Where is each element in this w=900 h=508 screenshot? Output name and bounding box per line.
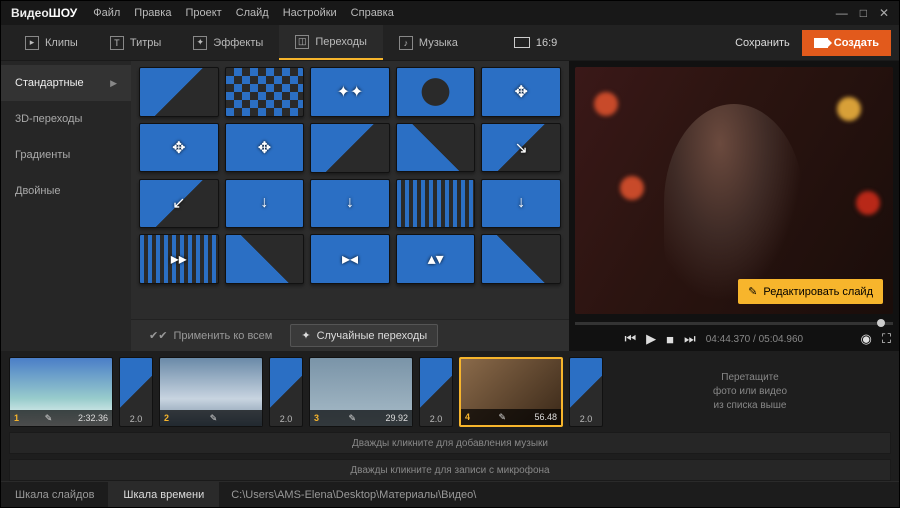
- camera-icon: [814, 38, 828, 48]
- pencil-icon[interactable]: ✎: [210, 413, 218, 424]
- transition-thumb[interactable]: ▸◂: [310, 234, 390, 284]
- wand-icon: ✦: [301, 329, 310, 342]
- tab-clips[interactable]: ▸Клипы: [9, 25, 94, 60]
- menu-slide[interactable]: Слайд: [236, 7, 269, 19]
- pencil-icon[interactable]: ✎: [348, 413, 356, 424]
- path-display: C:\Users\AMS-Elena\Desktop\Материалы\Вид…: [219, 489, 488, 501]
- transition-thumb[interactable]: [225, 67, 305, 117]
- aspect-ratio[interactable]: 16:9: [514, 37, 557, 49]
- time-display: 04:44.370 / 05:04.960: [706, 334, 803, 345]
- footer-tab-slides[interactable]: Шкала слайдов: [1, 482, 109, 507]
- main-menu: Файл Правка Проект Слайд Настройки Справ…: [93, 7, 835, 19]
- transition-thumb[interactable]: ✥: [139, 123, 219, 173]
- transition-thumb[interactable]: ↙: [139, 179, 219, 229]
- fullscreen-icon[interactable]: ⛶: [882, 331, 891, 347]
- seek-bar[interactable]: [575, 322, 893, 325]
- preview-viewport: ✎Редактировать слайд: [575, 67, 893, 314]
- pencil-icon[interactable]: ✎: [498, 412, 506, 423]
- transition-thumb[interactable]: [310, 123, 390, 173]
- pencil-icon: ✎: [748, 285, 757, 298]
- timeline-transition[interactable]: 2.0: [569, 357, 603, 427]
- aspect-icon: [514, 37, 530, 48]
- mic-track[interactable]: Дважды кликните для записи с микрофона: [9, 459, 891, 481]
- random-transitions-button[interactable]: ✦Случайные переходы: [290, 324, 438, 347]
- timeline-transition[interactable]: 2.0: [419, 357, 453, 427]
- create-button[interactable]: Создать: [802, 30, 891, 56]
- transition-thumb[interactable]: ↓: [481, 179, 561, 229]
- menu-project[interactable]: Проект: [185, 7, 221, 19]
- transition-thumb[interactable]: ✥: [225, 123, 305, 173]
- transition-thumb[interactable]: ↓: [225, 179, 305, 229]
- tab-titles[interactable]: TТитры: [94, 25, 177, 60]
- menu-settings[interactable]: Настройки: [283, 7, 337, 19]
- timeline-clip[interactable]: 1✎2:32.36: [9, 357, 113, 427]
- sidebar-item-gradients[interactable]: Градиенты: [1, 137, 131, 173]
- transition-thumb[interactable]: [396, 67, 476, 117]
- save-button[interactable]: Сохранить: [723, 31, 802, 55]
- prev-icon[interactable]: ⏮: [624, 331, 636, 347]
- transition-thumb[interactable]: [396, 123, 476, 173]
- apply-all-button[interactable]: ✔✔Применить ко всем: [139, 325, 282, 346]
- sidebar-item-standard[interactable]: Стандартные▶: [1, 65, 131, 101]
- transition-thumb[interactable]: ↘: [481, 123, 561, 173]
- timeline-transition[interactable]: 2.0: [119, 357, 153, 427]
- app-logo: ВидеоШОУ: [11, 6, 77, 20]
- music-icon: ♪: [399, 36, 413, 50]
- timeline-clip[interactable]: 2✎: [159, 357, 263, 427]
- check-icon: ✔✔: [149, 329, 167, 342]
- close-icon[interactable]: ✕: [879, 6, 889, 20]
- stop-icon[interactable]: ■: [666, 332, 674, 347]
- drop-zone[interactable]: Перетащитефото или видеоиз списка выше: [609, 357, 891, 427]
- transition-thumb[interactable]: ▸▸: [139, 234, 219, 284]
- sidebar-item-double[interactable]: Двойные: [1, 173, 131, 209]
- transition-thumb[interactable]: [396, 179, 476, 229]
- transition-thumb[interactable]: [481, 234, 561, 284]
- text-icon: T: [110, 36, 124, 50]
- minimize-icon[interactable]: —: [836, 6, 848, 20]
- transition-thumb[interactable]: ▴▾: [396, 234, 476, 284]
- sparkle-icon: ✦: [193, 36, 207, 50]
- music-track[interactable]: Дважды кликните для добавления музыки: [9, 432, 891, 454]
- maximize-icon[interactable]: □: [860, 6, 867, 20]
- transition-thumb[interactable]: [225, 234, 305, 284]
- footer-tab-timeline[interactable]: Шкала времени: [109, 482, 219, 507]
- play-icon: ▸: [25, 36, 39, 50]
- tab-music[interactable]: ♪Музыка: [383, 25, 474, 60]
- edit-slide-button[interactable]: ✎Редактировать слайд: [738, 279, 883, 304]
- sidebar-item-3d[interactable]: 3D-переходы: [1, 101, 131, 137]
- menu-help[interactable]: Справка: [351, 7, 394, 19]
- seek-knob[interactable]: [877, 319, 885, 327]
- menu-file[interactable]: Файл: [93, 7, 120, 19]
- next-icon[interactable]: ⏭: [684, 331, 696, 347]
- tab-transitions[interactable]: ◫Переходы: [279, 25, 383, 60]
- transition-thumb[interactable]: [139, 67, 219, 117]
- play-icon[interactable]: ▶: [646, 331, 656, 347]
- transition-icon: ◫: [295, 35, 309, 49]
- transition-thumb[interactable]: ↓: [310, 179, 390, 229]
- transition-thumb[interactable]: ✥: [481, 67, 561, 117]
- timeline-transition[interactable]: 2.0: [269, 357, 303, 427]
- pencil-icon[interactable]: ✎: [45, 413, 53, 424]
- snapshot-icon[interactable]: ◉: [861, 331, 872, 347]
- chevron-right-icon: ▶: [110, 78, 117, 89]
- timeline-clip[interactable]: 4✎56.48: [459, 357, 563, 427]
- timeline-clip[interactable]: 3✎29.92: [309, 357, 413, 427]
- transition-thumb[interactable]: ✦✦: [310, 67, 390, 117]
- menu-edit[interactable]: Правка: [134, 7, 171, 19]
- tab-effects[interactable]: ✦Эффекты: [177, 25, 279, 60]
